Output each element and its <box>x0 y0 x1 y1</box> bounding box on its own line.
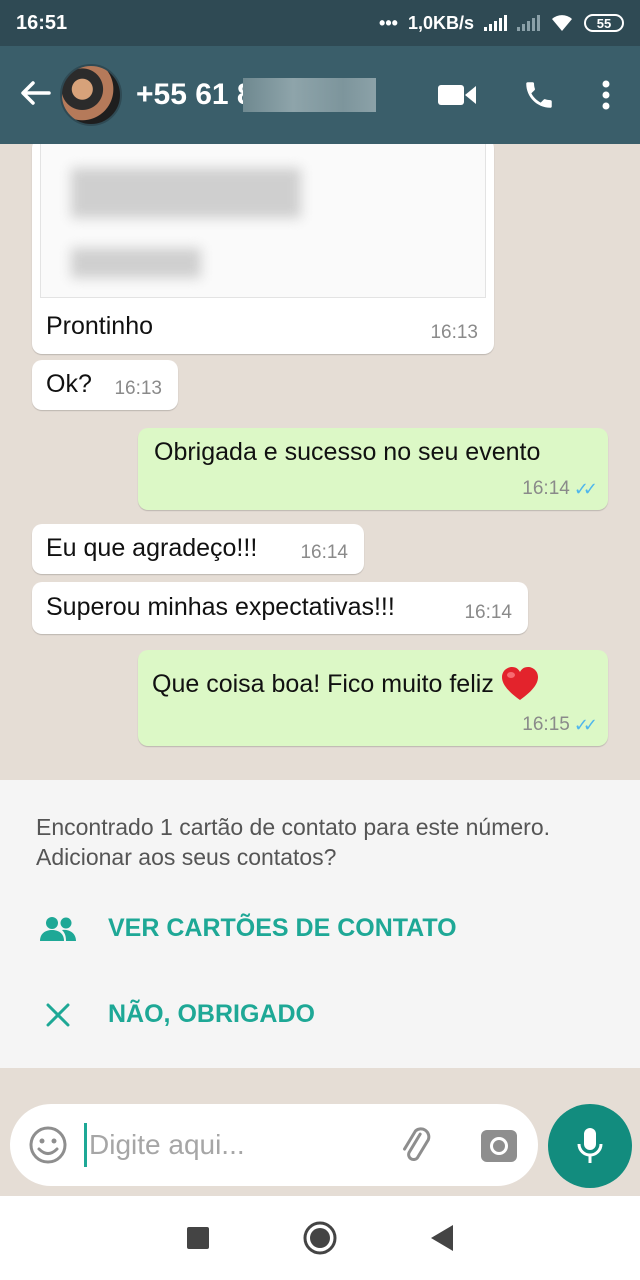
emoji-button[interactable] <box>28 1125 68 1165</box>
message-text: Que coisa boa! Fico muito feliz <box>152 666 540 702</box>
message-time: 16:14 <box>464 602 512 623</box>
voice-message-button[interactable] <box>548 1104 632 1188</box>
message-incoming[interactable]: Ok? 16:13 <box>32 360 178 410</box>
message-time: 16:13 <box>114 378 162 399</box>
read-receipt-icon: ✓✓ <box>573 478 598 499</box>
message-incoming[interactable]: Superou minhas expectativas!!! 16:14 <box>32 582 528 634</box>
view-contact-cards-label: VER CARTÕES DE CONTATO <box>108 914 457 942</box>
contact-card-message: Encontrado 1 cartão de contato para este… <box>36 814 550 870</box>
message-text: Ok? <box>46 370 92 398</box>
attach-button[interactable] <box>396 1125 436 1165</box>
status-bar: 16:51 ••• 1,0KB/s 55 <box>0 0 640 46</box>
message-incoming[interactable]: Prontinho 16:13 <box>32 144 494 354</box>
dismiss-button[interactable]: NÃO, OBRIGADO <box>36 1000 315 1029</box>
status-time: 16:51 <box>16 11 68 34</box>
voice-call-button[interactable] <box>522 78 556 112</box>
recents-button[interactable] <box>187 1227 209 1249</box>
contact-avatar[interactable] <box>60 64 122 126</box>
read-receipt-icon: ✓✓ <box>573 714 598 735</box>
message-text: Obrigada e sucesso no seu evento <box>154 438 541 466</box>
camera-button[interactable] <box>480 1127 518 1163</box>
contact-card-prompt: Encontrado 1 cartão de contato para este… <box>0 780 640 1068</box>
message-outgoing[interactable]: Que coisa boa! Fico muito feliz 16:15 ✓✓ <box>138 650 608 746</box>
chat-messages[interactable]: Prontinho 16:13 Ok? 16:13 Obrigada e suc… <box>0 144 640 780</box>
message-incoming[interactable]: Eu que agradeço!!! 16:14 <box>32 524 364 574</box>
heart-emoji-icon <box>501 667 538 700</box>
home-button[interactable] <box>303 1221 337 1255</box>
message-time: 16:15 ✓✓ <box>522 714 598 735</box>
signal-secondary-icon <box>517 15 540 31</box>
message-outgoing[interactable]: Obrigada e sucesso no seu evento 16:14 ✓✓ <box>138 428 608 510</box>
system-nav-bar <box>0 1196 640 1280</box>
message-time: 16:13 <box>430 322 478 343</box>
redaction-blur <box>243 78 376 112</box>
video-call-button[interactable] <box>438 82 476 108</box>
dismiss-label: NÃO, OBRIGADO <box>108 1000 315 1028</box>
message-text: Superou minhas expectativas!!! <box>46 593 395 621</box>
message-time: 16:14 ✓✓ <box>522 478 598 499</box>
contact-title[interactable]: +55 61 8 <box>136 78 376 112</box>
message-text: Prontinho <box>46 312 154 340</box>
notification-dots: ••• <box>379 12 398 33</box>
message-composer: Digite aqui... <box>10 1104 538 1186</box>
document-preview[interactable] <box>40 144 486 298</box>
back-button[interactable] <box>10 74 60 116</box>
view-contact-cards-button[interactable]: VER CARTÕES DE CONTATO <box>36 914 457 943</box>
message-time: 16:14 <box>300 542 348 563</box>
message-input-placeholder: Digite aqui... <box>89 1129 245 1160</box>
message-input[interactable]: Digite aqui... <box>84 1123 396 1167</box>
microphone-icon <box>577 1128 603 1163</box>
contact-number: +55 61 8 <box>136 78 254 111</box>
more-options-button[interactable] <box>602 80 610 110</box>
network-speed: 1,0KB/s <box>407 12 474 33</box>
wifi-icon <box>552 15 572 31</box>
close-icon <box>36 1003 80 1027</box>
signal-icon <box>484 15 507 31</box>
battery-icon: 55 <box>584 14 624 32</box>
back-nav-button[interactable] <box>431 1225 453 1251</box>
message-text: Eu que agradeço!!! <box>46 534 258 562</box>
arrow-left-icon <box>21 81 51 105</box>
chat-header: +55 61 8 <box>0 46 640 144</box>
people-icon <box>36 916 80 942</box>
